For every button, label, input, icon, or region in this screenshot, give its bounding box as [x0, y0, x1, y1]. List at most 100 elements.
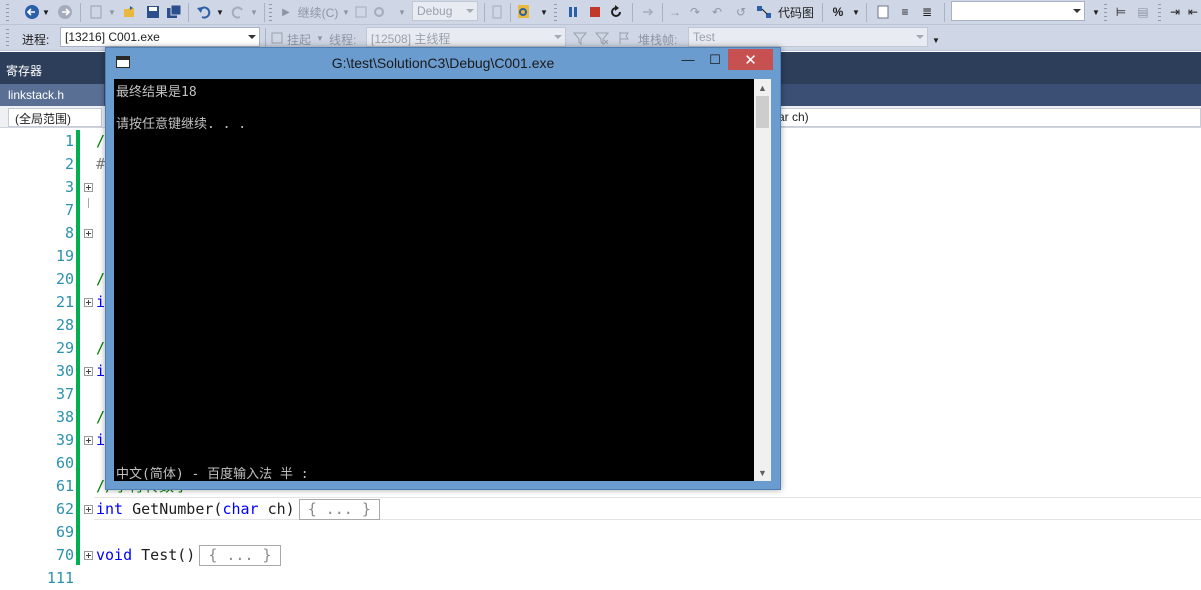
- back-dropdown-icon[interactable]: ▼: [42, 3, 50, 21]
- step-over-icon[interactable]: ↷: [688, 3, 702, 21]
- save-icon[interactable]: [145, 3, 161, 21]
- code-line-39: i: [96, 431, 106, 449]
- suspend-button[interactable]: 挂起: [287, 31, 311, 48]
- find-in-files-icon[interactable]: [516, 3, 532, 21]
- search-combo[interactable]: [951, 1, 1085, 21]
- save-all-icon[interactable]: [166, 3, 182, 21]
- open-file-icon[interactable]: [122, 3, 138, 21]
- continue-button[interactable]: 继续(C): [296, 3, 340, 21]
- step-into-icon[interactable]: →: [668, 3, 682, 21]
- redo-dropdown-icon[interactable]: ▼: [250, 3, 258, 21]
- collapsed-block[interactable]: { ... }: [199, 545, 281, 566]
- toolbar-grip[interactable]: [6, 29, 9, 46]
- comment-lines-icon[interactable]: ≡: [898, 3, 912, 21]
- thread-label: 线程:: [329, 33, 357, 47]
- toolbar-grip[interactable]: [6, 4, 9, 21]
- close-button[interactable]: ✕: [728, 49, 773, 70]
- member-dropdown[interactable]: ar ch): [772, 108, 1201, 127]
- new-project-icon[interactable]: [88, 3, 104, 21]
- scope-dropdown[interactable]: (全局范围): [8, 108, 102, 127]
- toolbar-options-icon[interactable]: ▼: [932, 31, 940, 49]
- minimize-button[interactable]: —: [678, 49, 698, 70]
- line-number: 2: [64, 155, 74, 173]
- step-out-icon[interactable]: ↶: [710, 3, 724, 21]
- settings-icon[interactable]: [372, 3, 386, 21]
- undo-icon[interactable]: [196, 3, 212, 21]
- uncomment-icon[interactable]: %: [830, 3, 846, 21]
- line-number: 30: [55, 362, 74, 380]
- show-next-statement-icon[interactable]: [640, 3, 656, 21]
- continue-dropdown-icon[interactable]: ▼: [342, 3, 350, 21]
- outdent-icon[interactable]: ⇤: [1186, 3, 1200, 21]
- search-dropdown-icon[interactable]: ▼: [1092, 3, 1100, 21]
- expand-icon[interactable]: [84, 298, 93, 307]
- registers-tab[interactable]: 寄存器: [6, 62, 42, 79]
- collapsed-block[interactable]: { ... }: [298, 499, 380, 520]
- code-line-20: /: [96, 270, 106, 288]
- break-all-icon[interactable]: [566, 3, 580, 21]
- console-result-line: 最终结果是18: [116, 85, 197, 100]
- config-select[interactable]: Debug: [412, 1, 478, 21]
- find-dropdown-icon[interactable]: ▼: [540, 3, 548, 21]
- forward-icon[interactable]: [57, 3, 73, 21]
- keyword-int: int: [96, 500, 124, 518]
- stack-icon[interactable]: ▤: [1136, 3, 1150, 21]
- line-number: 111: [46, 569, 74, 587]
- console-window[interactable]: G:\test\SolutionC3\Debug\C001.exe — ☐ ✕ …: [105, 47, 781, 490]
- device-icon[interactable]: [490, 3, 504, 21]
- thread-select[interactable]: [12508] 主线程: [366, 27, 566, 47]
- code-line-38: /: [96, 408, 106, 426]
- code-line-2: #: [96, 155, 106, 173]
- console-scrollbar[interactable]: ▲ ▼: [754, 79, 771, 481]
- flag-icon[interactable]: [616, 29, 632, 47]
- suspend-dropdown-icon[interactable]: ▼: [316, 29, 324, 47]
- scroll-down-icon[interactable]: ▼: [754, 464, 771, 481]
- format-dropdown-icon[interactable]: ▼: [852, 3, 860, 21]
- maximize-button[interactable]: ☐: [704, 49, 726, 70]
- filter-icon[interactable]: [572, 29, 588, 47]
- back-icon[interactable]: [24, 3, 40, 21]
- stack-frame-select[interactable]: Test: [688, 27, 928, 47]
- line-number: 61: [55, 477, 74, 495]
- tab-linkstack-h[interactable]: linkstack.h: [0, 84, 104, 106]
- line-number: 62: [55, 500, 74, 518]
- stop-debugging-icon[interactable]: [588, 3, 602, 21]
- filter-clear-icon[interactable]: [594, 29, 610, 47]
- scroll-thumb[interactable]: [756, 96, 769, 128]
- console-output[interactable]: 最终结果是18 请按任意键继续. . . 中文(简体) - 百度输入法 半 :: [114, 79, 754, 481]
- uncomment-lines-icon[interactable]: ≣: [920, 3, 934, 21]
- expand-icon[interactable]: [84, 505, 93, 514]
- new-dropdown-icon[interactable]: ▼: [108, 3, 116, 21]
- code-line-21: i: [96, 293, 106, 311]
- expand-icon[interactable]: [84, 183, 93, 192]
- attach-icon[interactable]: [354, 3, 368, 21]
- settings-dropdown-icon[interactable]: ▼: [398, 3, 406, 21]
- expand-icon[interactable]: [84, 551, 93, 560]
- console-title-bar[interactable]: G:\test\SolutionC3\Debug\C001.exe — ☐ ✕: [106, 48, 780, 78]
- continue-icon[interactable]: ▶: [280, 3, 292, 21]
- expand-icon[interactable]: [84, 367, 93, 376]
- line-number: 28: [55, 316, 74, 334]
- indent-icon[interactable]: ⇥: [1168, 3, 1182, 21]
- line-number: 3: [64, 178, 74, 196]
- code-line-29: /: [96, 339, 106, 357]
- line-number: 69: [55, 523, 74, 541]
- code-map-icon[interactable]: [756, 3, 772, 21]
- page-icon[interactable]: [876, 3, 890, 21]
- align-icon[interactable]: ⊨: [1114, 3, 1128, 21]
- suspend-icon[interactable]: [270, 29, 284, 47]
- code-line-62: int GetNumber(char ch){ ... }: [96, 498, 380, 521]
- step-back-icon[interactable]: ↺: [734, 3, 748, 21]
- code-map-button[interactable]: 代码图: [776, 3, 816, 21]
- standard-toolbar: ▼ ▼ ▼ ▼ ▶ 继续(C) ▼ ▼ Debug ▼ → ↷ ↶ ↺ 代码图 …: [0, 0, 1201, 25]
- redo-icon[interactable]: [230, 3, 246, 21]
- undo-dropdown-icon[interactable]: ▼: [216, 3, 224, 21]
- process-value: [13216] C001.exe: [65, 30, 160, 44]
- process-select[interactable]: [13216] C001.exe: [60, 27, 260, 47]
- expand-icon[interactable]: [84, 436, 93, 445]
- scroll-up-icon[interactable]: ▲: [754, 79, 771, 96]
- restart-icon[interactable]: [608, 3, 624, 21]
- line-number: 8: [64, 224, 74, 242]
- console-prompt-line: 请按任意键继续. . .: [116, 117, 247, 132]
- expand-icon[interactable]: [84, 229, 93, 238]
